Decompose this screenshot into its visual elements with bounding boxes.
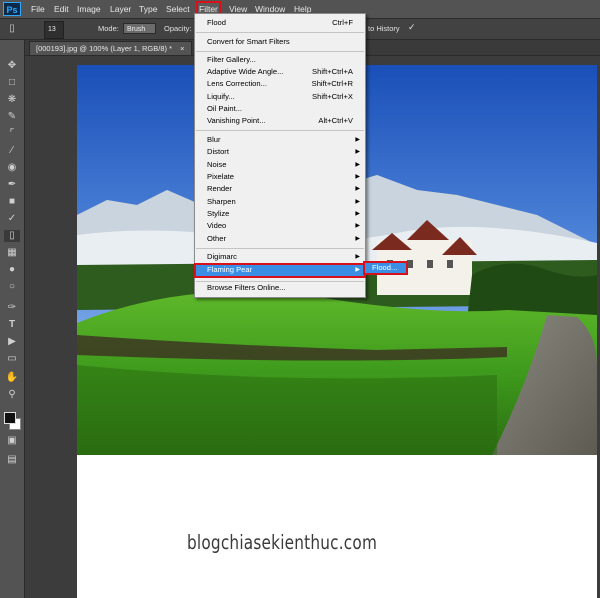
submenu-arrow-icon: ▶ <box>355 223 360 229</box>
filter-menu-item-stylize[interactable]: Stylize ▶ <box>195 208 365 220</box>
document-tab[interactable]: [000193].jpg @ 100% (Layer 1, RGB/8) * × <box>29 41 192 56</box>
document-tab-title: [000193].jpg @ 100% (Layer 1, RGB/8) * <box>36 44 173 53</box>
pen-tool-icon[interactable]: ✑ <box>4 302 20 314</box>
filter-menu-item-oil-paint[interactable]: Oil Paint... <box>195 103 365 115</box>
mode-label: Mode: <box>98 24 119 33</box>
history-brush-tool-icon[interactable]: ✓ <box>4 213 20 225</box>
submenu-arrow-icon: ▶ <box>355 236 360 242</box>
close-icon[interactable]: × <box>180 44 184 53</box>
submenu-arrow-icon: ▶ <box>355 174 360 180</box>
path-selection-tool-icon[interactable]: ▶ <box>4 336 20 348</box>
submenu-arrow-icon: ▶ <box>355 211 360 217</box>
blur-tool-icon[interactable]: ● <box>4 264 20 276</box>
submenu-arrow-icon: ▶ <box>355 254 360 260</box>
marquee-tool-icon[interactable]: □ <box>4 77 20 89</box>
quick-selection-tool-icon[interactable]: ✎ <box>4 111 20 123</box>
crop-tool-icon[interactable]: ⌜ <box>4 128 20 140</box>
submenu-arrow-icon: ▶ <box>355 137 360 143</box>
eraser-tool-preset-icon[interactable]: ▯ <box>4 23 20 35</box>
lasso-tool-icon[interactable]: ❋ <box>4 94 20 106</box>
filter-menu-item-other[interactable]: Other ▶ <box>195 233 365 245</box>
filter-menu-item-adaptive-wide-angle[interactable]: Adaptive Wide Angle... Shift+Ctrl+A <box>195 66 365 78</box>
hand-tool-icon[interactable]: ✋ <box>4 372 20 384</box>
filter-menu: Flood Ctrl+F Convert for Smart Filters Fi… <box>194 13 366 298</box>
filter-menu-item-flaming-pear[interactable]: Flaming Pear ▶ <box>194 263 366 278</box>
menu-edit[interactable]: Edit <box>54 3 69 15</box>
photoshop-logo: Ps <box>3 2 21 16</box>
brush-size-value: 13 <box>48 26 56 33</box>
brush-tool-icon[interactable]: ✒ <box>4 179 20 191</box>
opacity-label: Opacity: <box>164 24 192 33</box>
rectangle-tool-icon[interactable]: ▭ <box>4 353 20 365</box>
menu-separator <box>196 32 364 33</box>
filter-menu-item-digimarc[interactable]: Digimarc ▶ <box>195 251 365 263</box>
filter-menu-item-video[interactable]: Video ▶ <box>195 220 365 232</box>
filter-menu-item-vanishing-point[interactable]: Vanishing Point... Alt+Ctrl+V <box>195 115 365 127</box>
flaming-pear-submenu-flood[interactable]: Flood... <box>363 261 408 275</box>
menu-type[interactable]: Type <box>139 3 157 15</box>
menu-separator <box>196 51 364 52</box>
submenu-arrow-icon: ▶ <box>355 149 360 155</box>
filter-menu-item-lens-correction[interactable]: Lens Correction... Shift+Ctrl+R <box>195 78 365 90</box>
filter-menu-item-noise[interactable]: Noise ▶ <box>195 159 365 171</box>
menu-separator <box>196 248 364 249</box>
zoom-tool-icon[interactable]: ⚲ <box>4 389 20 401</box>
filter-menu-item-distort[interactable]: Distort ▶ <box>195 146 365 158</box>
erase-to-history-label[interactable]: to History <box>368 24 400 33</box>
healing-brush-tool-icon[interactable]: ◉ <box>4 162 20 174</box>
menu-select[interactable]: Select <box>166 3 190 15</box>
pressure-icon[interactable]: ✓ <box>408 22 416 33</box>
filter-menu-item-render[interactable]: Render ▶ <box>195 183 365 195</box>
menu-file[interactable]: File <box>31 3 45 15</box>
eyedropper-tool-icon[interactable]: ⁄ <box>4 145 20 157</box>
filter-menu-item-flood[interactable]: Flood Ctrl+F <box>195 17 365 29</box>
quick-mask-icon[interactable]: ▣ <box>4 435 20 447</box>
watermark-text: blogchiasekienthuc.com <box>187 531 378 555</box>
move-tool-icon[interactable]: ✥ <box>4 60 20 72</box>
filter-menu-item-filter-gallery[interactable]: Filter Gallery... <box>195 54 365 66</box>
submenu-arrow-icon: ▶ <box>355 199 360 205</box>
submenu-arrow-icon: ▶ <box>355 162 360 168</box>
mode-value: Brush <box>127 26 146 33</box>
filter-menu-item-sharpen[interactable]: Sharpen ▶ <box>195 196 365 208</box>
filter-menu-item-convert-smart-filters[interactable]: Convert for Smart Filters <box>195 36 365 48</box>
filter-menu-item-liquify[interactable]: Liquify... Shift+Ctrl+X <box>195 91 365 103</box>
type-tool-icon[interactable]: T <box>4 319 20 331</box>
menu-image[interactable]: Image <box>77 3 101 15</box>
screen-mode-icon[interactable]: ▤ <box>4 454 20 466</box>
menu-layer[interactable]: Layer <box>110 3 131 15</box>
submenu-arrow-icon: ▶ <box>355 186 360 192</box>
foreground-color-swatch[interactable] <box>4 412 16 424</box>
filter-menu-item-browse-online[interactable]: Browse Filters Online... <box>195 282 365 294</box>
filter-menu-item-blur[interactable]: Blur ▶ <box>195 134 365 146</box>
tools-panel: ✥ □ ❋ ✎ ⌜ ⁄ ◉ ✒ ■ ✓ ▯ ▦ ● ○ ✑ T ▶ ▭ ✋ ⚲ … <box>0 40 25 598</box>
filter-menu-item-pixelate[interactable]: Pixelate ▶ <box>195 171 365 183</box>
clone-stamp-tool-icon[interactable]: ■ <box>4 196 20 208</box>
mode-select[interactable]: Brush <box>123 23 156 34</box>
gradient-tool-icon[interactable]: ▦ <box>4 247 20 259</box>
dodge-tool-icon[interactable]: ○ <box>4 281 20 293</box>
menu-separator <box>196 130 364 131</box>
submenu-arrow-icon: ▶ <box>355 267 360 273</box>
eraser-tool-icon[interactable]: ▯ <box>4 230 20 242</box>
